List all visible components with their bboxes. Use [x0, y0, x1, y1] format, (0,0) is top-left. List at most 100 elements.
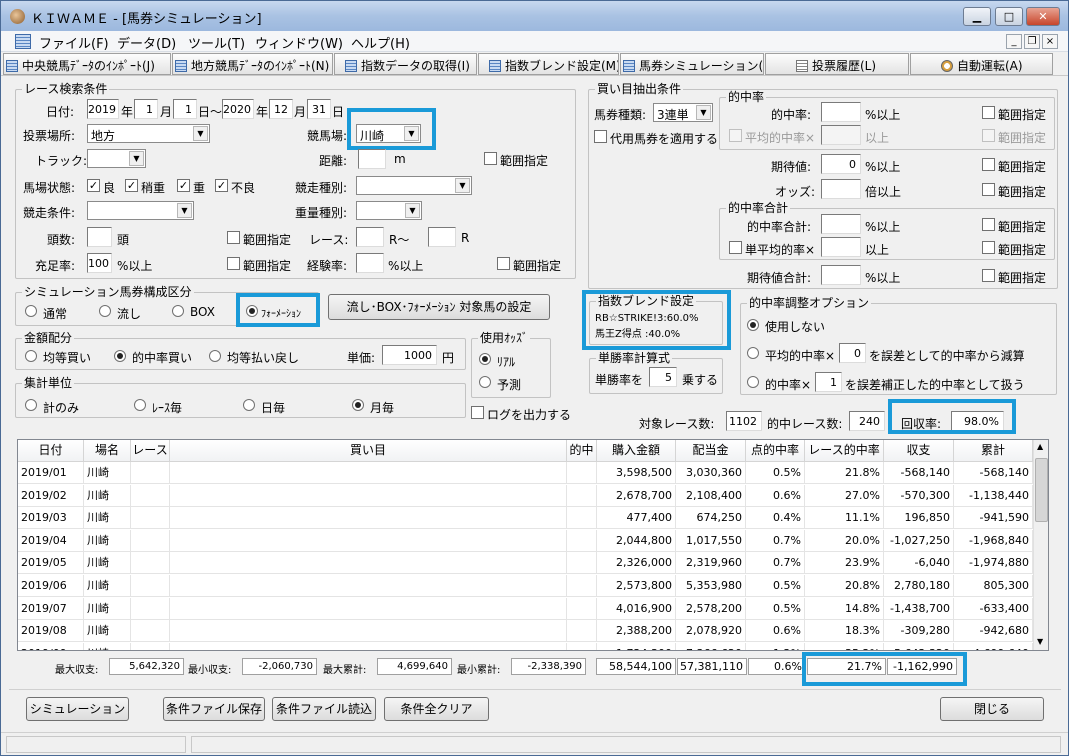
odds-range-checkbox[interactable]	[982, 183, 995, 196]
save-conditions-button[interactable]: 条件ファイル保存	[163, 697, 265, 721]
col-header-balance[interactable]: 収支	[884, 440, 954, 462]
results-table[interactable]: 日付 場名 レース 買い目 的中 購入金額 配当金 点的中率 レース的中率 収支 累計 2019/0…	[17, 439, 1049, 651]
col-header-cumulative[interactable]: 累計	[954, 440, 1033, 462]
from-month-input[interactable]: 1	[134, 99, 158, 119]
exp-total-input[interactable]	[821, 265, 861, 285]
heads-input[interactable]	[87, 227, 112, 247]
adjust-none-radio[interactable]	[747, 319, 759, 331]
vertical-scrollbar[interactable]: ▲ ▼	[1033, 440, 1048, 650]
bet-normal-radio[interactable]	[25, 305, 37, 317]
simple-avg-input[interactable]	[821, 237, 861, 257]
table-row[interactable]: 2019/04 川崎 2,044,800 1,017,550 0.7% 20.0% -1,0…	[18, 529, 1033, 552]
race-cond-select[interactable]: ▼	[87, 201, 194, 220]
avg-hit-checkbox[interactable]	[729, 129, 742, 142]
unit-price-input[interactable]: 1000	[382, 345, 437, 365]
auto-run-button[interactable]: 自動運転(A)	[910, 53, 1053, 75]
minimize-icon[interactable]: ▁	[963, 7, 991, 26]
adjust-mult-radio[interactable]	[747, 376, 759, 388]
simple-avg-range-checkbox[interactable]	[982, 241, 995, 254]
bet-box-radio[interactable]	[172, 305, 184, 317]
scroll-up-icon[interactable]: ▲	[1037, 442, 1043, 451]
to-day-input[interactable]: 31	[307, 99, 331, 119]
alloc-hitrate-radio[interactable]	[114, 350, 126, 362]
mdi-close-icon[interactable]: ×	[1042, 34, 1058, 49]
odds-filter-input[interactable]	[821, 179, 861, 199]
substitute-checkbox[interactable]	[594, 130, 607, 143]
menu-data[interactable]: データ(D)	[117, 33, 176, 52]
venue-select[interactable]: 地方 ▼	[87, 124, 210, 143]
sum-day-radio[interactable]	[243, 399, 255, 411]
adjust-avg-radio[interactable]	[747, 347, 759, 359]
col-header-race-rate[interactable]: レース的中率	[805, 440, 884, 462]
menu-help[interactable]: ヘルプ(H)	[351, 33, 410, 52]
heads-range-checkbox[interactable]	[227, 231, 240, 244]
fetch-index-button[interactable]: 指数データの取得(I)	[334, 53, 477, 75]
mdi-minimize-icon[interactable]: _	[1006, 34, 1022, 49]
win-calc-input[interactable]: 5	[649, 367, 677, 387]
scroll-down-icon[interactable]: ▼	[1037, 637, 1043, 646]
avg-hit-input[interactable]	[821, 125, 861, 145]
expectation-input[interactable]: 0	[821, 154, 861, 174]
track-select[interactable]: ▼	[87, 149, 146, 168]
col-header-point-rate[interactable]: 点的中率	[746, 440, 805, 462]
expectation-range-checkbox[interactable]	[982, 158, 995, 171]
fill-input[interactable]: 100	[87, 253, 112, 273]
menu-window[interactable]: ウィンドウ(W)	[255, 33, 343, 52]
alloc-payout-radio[interactable]	[209, 350, 221, 362]
adjust-avg-input[interactable]: 0	[839, 343, 866, 363]
race-type-select[interactable]: ▼	[356, 176, 472, 195]
col-header-purchase[interactable]: 購入金額	[597, 440, 676, 462]
col-header-date[interactable]: 日付	[18, 440, 84, 462]
from-year-input[interactable]: 2019	[87, 99, 119, 119]
sum-total-radio[interactable]	[25, 399, 37, 411]
table-row[interactable]: 2019/01 川崎 3,598,500 3,030,360 0.5% 21.8% -568…	[18, 462, 1033, 484]
maximize-icon[interactable]: □	[995, 7, 1023, 26]
sum-month-radio[interactable]	[352, 399, 364, 411]
distance-range-checkbox[interactable]	[484, 152, 497, 165]
simulation-button[interactable]: 馬券シミュレーション(B)	[620, 53, 764, 75]
bet-nagashi-radio[interactable]	[99, 305, 111, 317]
hit-rate-input[interactable]	[821, 102, 861, 122]
cond-good-checkbox[interactable]: ✓	[87, 179, 100, 192]
close-icon[interactable]: ✕	[1026, 7, 1060, 26]
hit-sum-range-checkbox[interactable]	[982, 218, 995, 231]
col-header-race[interactable]: レース	[131, 440, 170, 462]
experience-range-checkbox[interactable]	[497, 257, 510, 270]
experience-input[interactable]	[356, 253, 384, 273]
table-row[interactable]: 2019/06 川崎 2,573,800 5,353,980 0.5% 20.8% 2,78…	[18, 575, 1033, 597]
distance-input[interactable]	[358, 149, 386, 169]
col-header-bets[interactable]: 買い目	[170, 440, 567, 462]
fill-range-checkbox[interactable]	[227, 257, 240, 270]
weight-select[interactable]: ▼	[356, 201, 422, 220]
alloc-equal-radio[interactable]	[25, 350, 37, 362]
to-month-input[interactable]: 12	[269, 99, 293, 119]
mdi-restore-icon[interactable]: ❐	[1024, 34, 1040, 49]
col-header-hit[interactable]: 的中	[567, 440, 597, 462]
bet-kind-select[interactable]: 3連単 ▼	[653, 103, 713, 122]
race-from-input[interactable]	[356, 227, 384, 247]
index-blend-button[interactable]: 指数ブレンド設定(M)	[478, 53, 619, 75]
cond-bad-checkbox[interactable]: ✓	[215, 179, 228, 192]
set-target-horses-button[interactable]: 流し･BOX･ﾌｫｰﾒｰｼｮﾝ 対象馬の設定	[328, 294, 550, 320]
vote-history-button[interactable]: 投票履歴(L)	[765, 53, 909, 75]
col-header-venue[interactable]: 場名	[84, 440, 131, 462]
sum-race-radio[interactable]	[134, 399, 146, 411]
menu-file[interactable]: ファイル(F)	[39, 33, 109, 52]
table-row[interactable]: 2019/02 川崎 2,678,700 2,108,400 0.6% 27.0% -570…	[18, 484, 1033, 507]
clear-conditions-button[interactable]: 条件全クリア	[384, 697, 489, 721]
cond-slightly-checkbox[interactable]: ✓	[125, 179, 138, 192]
table-row[interactable]: 2019/05 川崎 2,326,000 2,319,960 0.7% 23.9% -6,0…	[18, 552, 1033, 575]
odds-forecast-radio[interactable]	[479, 376, 491, 388]
col-header-payout[interactable]: 配当金	[676, 440, 746, 462]
avg-hit-range-checkbox[interactable]	[982, 129, 995, 142]
simulate-button[interactable]: シミュレーション	[26, 697, 129, 721]
scroll-thumb[interactable]	[1035, 458, 1048, 522]
menu-tools[interactable]: ツール(T)	[188, 33, 245, 52]
import-local-button[interactable]: 地方競馬ﾃﾞｰﾀのｲﾝﾎﾟｰﾄ(N)	[172, 53, 333, 75]
adjust-mult-input[interactable]: 1	[815, 372, 842, 392]
simple-avg-checkbox[interactable]	[729, 241, 742, 254]
table-row[interactable]: 2019/03 川崎 477,400 674,250 0.4% 11.1% 196,850-…	[18, 507, 1033, 530]
cond-heavy-checkbox[interactable]: ✓	[177, 179, 190, 192]
load-conditions-button[interactable]: 条件ファイル読込	[272, 697, 376, 721]
exp-total-range-checkbox[interactable]	[982, 269, 995, 282]
